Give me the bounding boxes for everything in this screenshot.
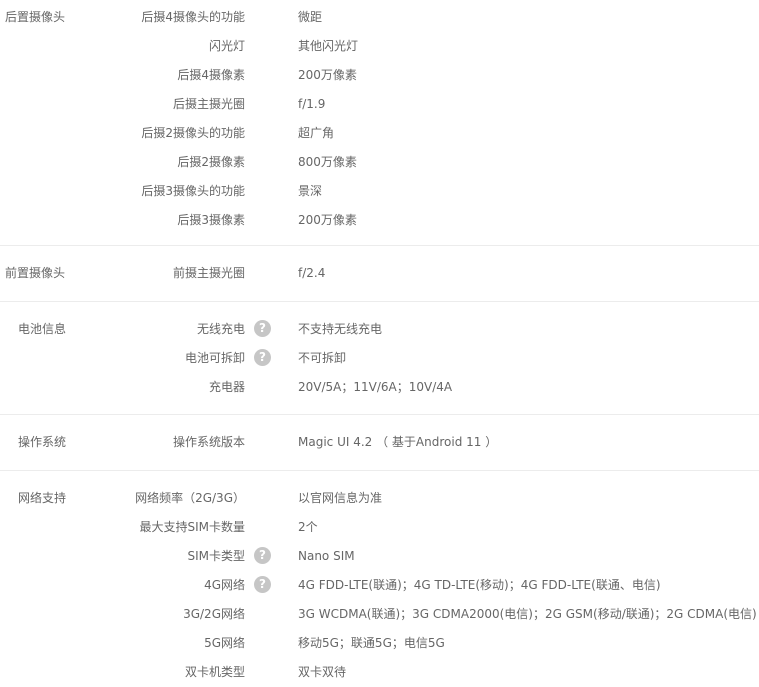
spec-row-rear4-pixels: 后摄4摄像素 200万像素 <box>0 60 759 89</box>
spec-value: Magic UI 4.2 （ 基于Android 11 ） <box>298 435 498 449</box>
spec-label: 前摄主摄光圈 <box>172 266 245 280</box>
spec-value: 微距 <box>298 10 323 24</box>
help-icon[interactable]: ? <box>254 547 271 564</box>
spec-value: 其他闪光灯 <box>298 39 359 53</box>
section-os: 操作系统 操作系统版本 Magic UI 4.2 （ 基于Android 11 … <box>0 415 759 471</box>
spec-row-4g: 4G网络 ? 4G FDD-LTE(联通)；4G TD-LTE(移动)；4G F… <box>0 570 759 599</box>
spec-row-sim-type: SIM卡类型 ? Nano SIM <box>0 541 759 570</box>
spec-value: 不可拆卸 <box>298 351 347 365</box>
spec-row-front-aperture: 前摄主摄光圈 f/2.4 <box>0 258 759 287</box>
spec-row-max-sim: 最大支持SIM卡数量 2个 <box>0 512 759 541</box>
spec-label: 后摄3摄像素 <box>177 213 245 227</box>
spec-value: 超广角 <box>298 126 335 140</box>
spec-value: 200万像素 <box>298 213 357 227</box>
spec-label: 后摄主摄光圈 <box>172 97 245 111</box>
spec-label: 后摄4摄像素 <box>177 68 245 82</box>
spec-label: SIM卡类型 <box>187 549 245 563</box>
spec-value: 20V/5A；11V/6A；10V/4A <box>298 380 453 394</box>
spec-row-rear4-function: 后摄4摄像头的功能 微距 <box>0 2 759 31</box>
spec-value: 800万像素 <box>298 155 357 169</box>
spec-value: 2个 <box>298 520 318 534</box>
spec-value: 双卡双待 <box>298 665 347 679</box>
spec-label: 后摄4摄像头的功能 <box>141 10 245 24</box>
spec-table: 后置摄像头 后摄4摄像头的功能 微距 闪光灯 其他闪光灯 后摄4摄像素 200万… <box>0 0 759 687</box>
spec-row-3g-2g: 3G/2G网络 3G WCDMA(联通)；3G CDMA2000(电信)；2G … <box>0 599 759 628</box>
spec-value: 4G FDD-LTE(联通)；4G TD-LTE(移动)；4G FDD-LTE(… <box>298 578 661 592</box>
spec-label: 后摄2摄像头的功能 <box>141 126 245 140</box>
section-network: 网络支持 网络频率（2G/3G） 以官网信息为准 最大支持SIM卡数量 2个 S… <box>0 471 759 687</box>
spec-value: 景深 <box>298 184 323 198</box>
spec-label: 电池可拆卸 <box>184 351 245 365</box>
spec-row-dual-sim: 双卡机类型 双卡双待 <box>0 657 759 686</box>
spec-value: 移动5G；联通5G；电信5G <box>298 636 445 650</box>
section-battery: 电池信息 无线充电 ? 不支持无线充电 电池可拆卸 ? 不可拆卸 充电器 20V… <box>0 302 759 415</box>
spec-row-5g: 5G网络 移动5G；联通5G；电信5G <box>0 628 759 657</box>
spec-label: 3G/2G网络 <box>183 607 245 621</box>
spec-label: 充电器 <box>208 380 245 394</box>
spec-row-os-version: 操作系统版本 Magic UI 4.2 （ 基于Android 11 ） <box>0 427 759 456</box>
help-icon[interactable]: ? <box>254 349 271 366</box>
spec-label: 4G网络 <box>204 578 245 592</box>
spec-value: f/1.9 <box>298 97 326 111</box>
spec-label: 5G网络 <box>204 636 245 650</box>
spec-row-rear2-pixels: 后摄2摄像素 800万像素 <box>0 147 759 176</box>
spec-row-network-frequency: 网络频率（2G/3G） 以官网信息为准 <box>0 483 759 512</box>
spec-label: 双卡机类型 <box>184 665 245 679</box>
spec-row-charger: 充电器 20V/5A；11V/6A；10V/4A <box>0 372 759 401</box>
spec-row-battery-removable: 电池可拆卸 ? 不可拆卸 <box>0 343 759 372</box>
spec-label: 网络频率（2G/3G） <box>135 491 245 505</box>
spec-value: 以官网信息为准 <box>298 491 383 505</box>
spec-value: 200万像素 <box>298 68 357 82</box>
spec-row-wireless-charging: 无线充电 ? 不支持无线充电 <box>0 314 759 343</box>
spec-label: 无线充电 <box>196 322 245 336</box>
spec-row-rear2-function: 后摄2摄像头的功能 超广角 <box>0 118 759 147</box>
spec-value: 3G WCDMA(联通)；3G CDMA2000(电信)；2G GSM(移动/联… <box>298 607 757 621</box>
spec-value: f/2.4 <box>298 266 326 280</box>
spec-label: 操作系统版本 <box>172 435 245 449</box>
spec-value: Nano SIM <box>298 549 355 563</box>
spec-row-rear3-function: 后摄3摄像头的功能 景深 <box>0 176 759 205</box>
help-icon[interactable]: ? <box>254 320 271 337</box>
spec-label: 闪光灯 <box>208 39 245 53</box>
section-front-camera: 前置摄像头 前摄主摄光圈 f/2.4 <box>0 246 759 302</box>
spec-row-flash: 闪光灯 其他闪光灯 <box>0 31 759 60</box>
spec-row-rear3-pixels: 后摄3摄像素 200万像素 <box>0 205 759 234</box>
spec-label: 后摄3摄像头的功能 <box>141 184 245 198</box>
section-rear-camera: 后置摄像头 后摄4摄像头的功能 微距 闪光灯 其他闪光灯 后摄4摄像素 200万… <box>0 0 759 246</box>
spec-label: 最大支持SIM卡数量 <box>139 520 245 534</box>
spec-row-rear-main-aperture: 后摄主摄光圈 f/1.9 <box>0 89 759 118</box>
spec-label: 后摄2摄像素 <box>177 155 245 169</box>
help-icon[interactable]: ? <box>254 576 271 593</box>
spec-value: 不支持无线充电 <box>298 322 383 336</box>
